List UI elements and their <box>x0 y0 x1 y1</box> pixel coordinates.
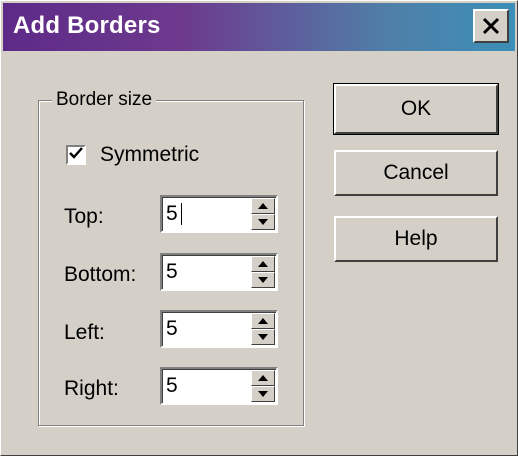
arrow-down-icon <box>258 277 268 283</box>
help-button[interactable]: Help <box>334 216 498 262</box>
symmetric-label[interactable]: Symmetric <box>100 142 199 168</box>
arrow-down-icon <box>258 219 268 225</box>
left-spinbox[interactable] <box>160 310 278 348</box>
arrow-up-icon <box>258 203 268 209</box>
ok-button[interactable]: OK <box>333 83 499 135</box>
right-decrement-button[interactable] <box>251 386 275 402</box>
right-increment-button[interactable] <box>251 370 275 386</box>
cancel-button[interactable]: Cancel <box>334 150 498 196</box>
close-button[interactable] <box>473 9 509 43</box>
arrow-up-icon <box>258 318 268 324</box>
bottom-label: Bottom: <box>64 263 137 286</box>
top-label: Top: <box>64 205 104 228</box>
right-input[interactable] <box>166 372 246 400</box>
symmetric-checkbox[interactable] <box>66 145 86 165</box>
checkmark-icon <box>69 146 83 165</box>
arrow-up-icon <box>258 261 268 267</box>
bottom-input[interactable] <box>166 258 246 286</box>
close-icon <box>482 17 500 35</box>
arrow-up-icon <box>258 375 268 381</box>
top-spinbox[interactable] <box>160 195 278 233</box>
arrow-down-icon <box>258 391 268 397</box>
left-decrement-button[interactable] <box>251 329 275 345</box>
text-caret <box>181 203 182 225</box>
border-size-label: Border size <box>52 88 157 112</box>
window-title: Add Borders <box>13 12 161 39</box>
right-label: Right: <box>64 377 119 400</box>
title-bar[interactable]: Add Borders <box>3 3 515 51</box>
left-label: Left: <box>64 321 105 344</box>
bottom-spinbox[interactable] <box>160 253 278 291</box>
bottom-decrement-button[interactable] <box>251 272 275 288</box>
top-increment-button[interactable] <box>251 198 275 214</box>
left-increment-button[interactable] <box>251 313 275 329</box>
top-input[interactable] <box>166 200 246 228</box>
top-decrement-button[interactable] <box>251 214 275 230</box>
right-spinbox[interactable] <box>160 367 278 405</box>
arrow-down-icon <box>258 334 268 340</box>
left-input[interactable] <box>166 315 246 343</box>
bottom-increment-button[interactable] <box>251 256 275 272</box>
